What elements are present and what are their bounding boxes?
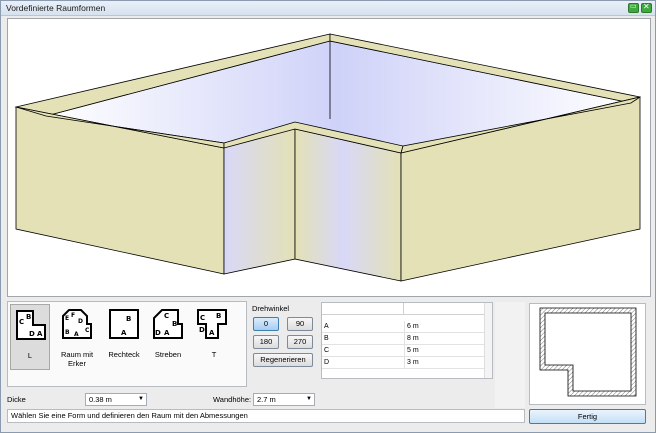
controls-area: C B D A L E F D C B A Raum mit Erker B A…	[7, 301, 651, 429]
dimension-value[interactable]: 8 m	[404, 333, 419, 344]
svg-text:C: C	[164, 312, 169, 320]
shape-label: Streben	[154, 350, 182, 359]
shape-l[interactable]: C B D A L	[10, 304, 50, 370]
thickness-label: Dicke	[7, 395, 26, 404]
svg-text:D: D	[29, 330, 35, 338]
room-3d-preview[interactable]	[7, 18, 651, 297]
shape-t[interactable]: C B D A T	[192, 304, 236, 370]
svg-text:C: C	[19, 318, 24, 326]
svg-text:C: C	[85, 327, 90, 334]
shape-label: Rechteck	[108, 350, 140, 359]
wall-height-select[interactable]: 2.7 m ▼	[253, 393, 315, 406]
rotate-270-button[interactable]: 270	[287, 335, 313, 349]
shape-erker-icon: E F D C B A	[62, 309, 92, 339]
table-row[interactable]: A 6 m	[322, 321, 484, 333]
svg-text:B: B	[126, 315, 131, 323]
status-bar: Wählen Sie eine Form und definieren den …	[7, 409, 525, 423]
shape-raum-mit-erker[interactable]: E F D C B A Raum mit Erker	[53, 304, 101, 370]
svg-text:E: E	[65, 315, 69, 322]
shape-label: Raum mit Erker	[60, 350, 94, 368]
table-scrollbar[interactable]	[484, 303, 492, 378]
svg-text:B: B	[65, 329, 70, 336]
svg-text:D: D	[78, 318, 83, 325]
svg-text:A: A	[37, 330, 43, 338]
shape-l-icon: C B D A	[16, 310, 46, 340]
chevron-down-icon: ▼	[138, 396, 144, 402]
svg-text:B: B	[26, 313, 31, 321]
title-bar: Vordefinierte Raumformen	[1, 1, 655, 16]
shape-rechteck-icon: B A	[109, 309, 139, 339]
svg-text:A: A	[209, 329, 215, 337]
thickness-select[interactable]: 0.38 m ▼	[85, 393, 147, 406]
wall-height-value: 2.7 m	[257, 395, 276, 404]
dimension-value[interactable]: 6 m	[404, 321, 419, 332]
room-3d-render	[14, 33, 642, 282]
dimension-name: C	[324, 347, 330, 354]
svg-text:A: A	[74, 331, 79, 338]
rotation-label: Drehwinkel	[252, 304, 290, 313]
thickness-value: 0.38 m	[89, 395, 112, 404]
dimension-value[interactable]: 5 m	[404, 345, 419, 356]
rotate-90-button[interactable]: 90	[287, 317, 313, 331]
floorplan-svg	[539, 307, 637, 397]
svg-text:D: D	[199, 326, 205, 334]
shape-t-icon: C B D A	[197, 309, 227, 339]
shape-selector: C B D A L E F D C B A Raum mit Erker B A…	[7, 301, 247, 387]
svg-text:A: A	[121, 329, 127, 337]
dimensions-table[interactable]: A 6 m B 8 m C 5 m D 3 m	[321, 302, 493, 379]
svg-text:D: D	[155, 329, 161, 337]
dimension-value[interactable]: 3 m	[404, 357, 419, 368]
floorplan-preview	[529, 303, 646, 405]
svg-text:C: C	[200, 314, 205, 322]
svg-text:B: B	[216, 312, 221, 320]
shape-label: T	[211, 350, 217, 359]
shape-streben[interactable]: C B D A Streben	[146, 304, 190, 370]
shape-label: L	[27, 351, 33, 360]
chevron-down-icon: ▼	[306, 396, 312, 402]
wall-height-label: Wandhöhe:	[213, 395, 252, 404]
table-header	[322, 303, 492, 315]
window-title: Vordefinierte Raumformen	[6, 3, 106, 13]
dialog-window: Vordefinierte Raumformen ▭ ✕ C B D A L E…	[0, 0, 656, 433]
inner-wall-b	[294, 128, 402, 282]
side-panel	[495, 302, 525, 408]
shape-streben-icon: C B D A	[153, 309, 183, 339]
dimension-name: B	[324, 335, 329, 342]
regenerate-button[interactable]: Regenerieren	[253, 353, 313, 367]
minimize-icon[interactable]	[628, 2, 639, 13]
table-row[interactable]: B 8 m	[322, 333, 484, 345]
dimension-name: D	[324, 359, 330, 366]
table-row[interactable]: C 5 m	[322, 345, 484, 357]
rotate-180-button[interactable]: 180	[253, 335, 279, 349]
shape-rechteck[interactable]: B A Rechteck	[104, 304, 144, 370]
svg-text:F: F	[71, 312, 75, 319]
dimension-name: A	[324, 323, 329, 330]
rotate-0-button[interactable]: 0	[253, 317, 279, 331]
inner-wall-a	[223, 128, 296, 275]
close-icon[interactable]	[641, 2, 652, 13]
svg-text:A: A	[164, 329, 170, 337]
svg-text:B: B	[172, 320, 177, 328]
finish-button[interactable]: Fertig	[529, 409, 646, 424]
table-row[interactable]: D 3 m	[322, 357, 484, 369]
